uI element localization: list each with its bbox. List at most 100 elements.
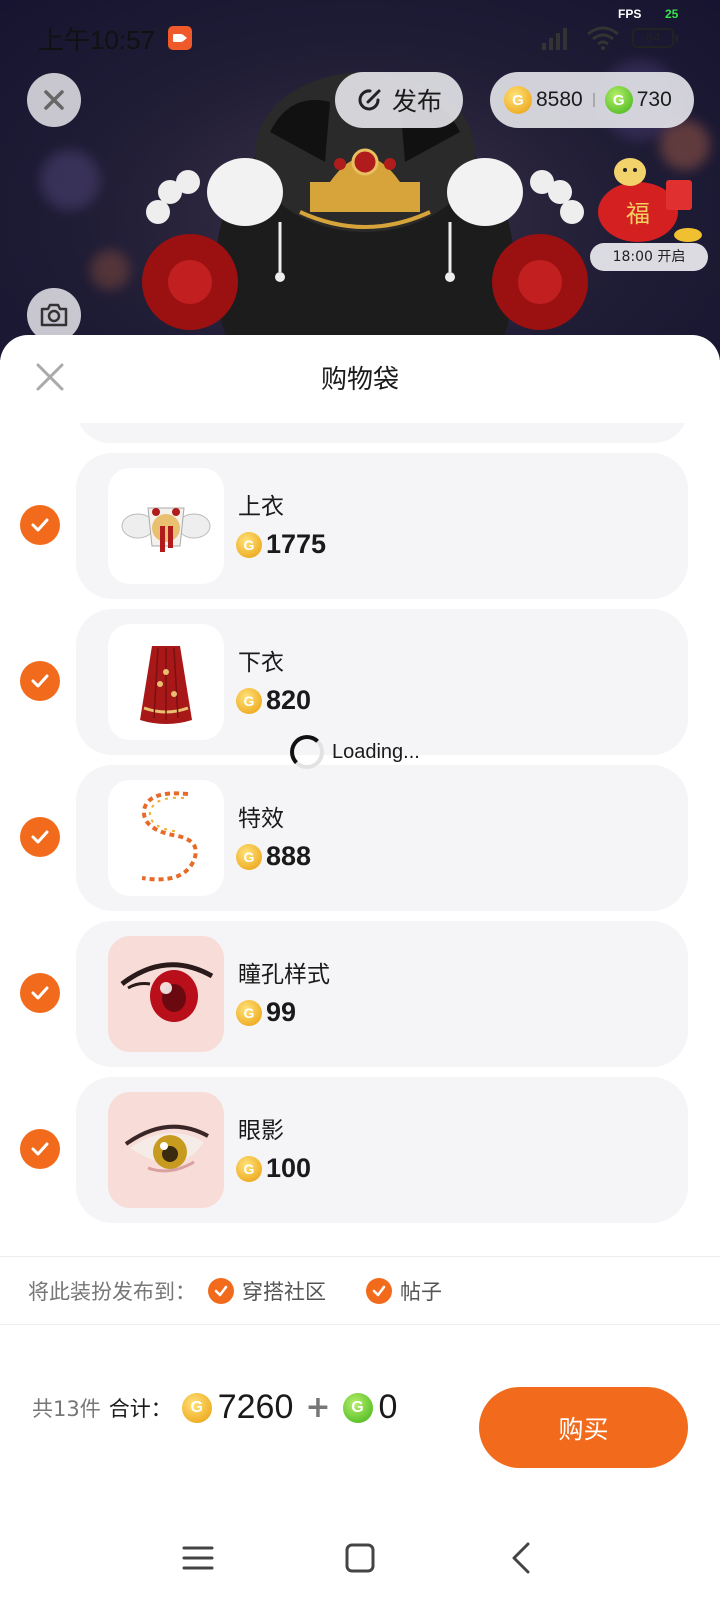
item-count: 共13件 xyxy=(32,1396,101,1421)
option-checkbox[interactable] xyxy=(366,1278,392,1304)
loading-spinner-icon xyxy=(290,735,324,769)
item-thumbnail-skirt xyxy=(108,624,224,740)
total-label: 合计： xyxy=(108,1396,172,1421)
check-icon xyxy=(31,986,49,1000)
buy-label: 购买 xyxy=(558,1414,609,1444)
check-icon xyxy=(31,518,49,532)
currency-balance[interactable]: G 8580 G 730 xyxy=(490,72,694,128)
item-thumbnail-effect xyxy=(108,780,224,896)
menu-icon[interactable] xyxy=(178,1538,218,1578)
currency-divider xyxy=(592,93,595,107)
item-price-value: 888 xyxy=(266,841,312,871)
option-label: 穿搭社区 xyxy=(242,1280,326,1304)
item-name: 瞳孔样式 xyxy=(238,962,330,988)
item-price: G 1775 xyxy=(236,529,326,560)
loading-indicator: Loading... xyxy=(290,735,420,769)
item-checkbox[interactable] xyxy=(20,973,60,1013)
sheet-title: 购物袋 xyxy=(320,365,399,395)
wifi-icon xyxy=(587,26,619,50)
item-thumbnail-top xyxy=(108,468,224,584)
item-card[interactable]: 特效 G 888 xyxy=(76,765,688,911)
item-name: 眼影 xyxy=(238,1118,284,1144)
fortune-character: 福 xyxy=(626,200,650,228)
gold-coin-icon: G xyxy=(236,531,262,558)
publish-option-community[interactable]: 穿搭社区 xyxy=(208,1276,326,1306)
cart-item-list[interactable]: 上衣 G 1775 下衣 G 820 特效 G 888 瞳孔样式 G 99 眼影… xyxy=(0,423,720,1273)
total-gold: 7260 xyxy=(217,1388,294,1426)
item-checkbox[interactable] xyxy=(20,661,60,701)
publish-to-row: 将此装扮发布到： 穿搭社区 帖子 xyxy=(28,1273,442,1309)
buy-button[interactable]: 购买 xyxy=(479,1387,688,1468)
screen-record-icon xyxy=(168,26,192,50)
cart-item[interactable]: 瞳孔样式 G 99 xyxy=(0,921,720,1067)
check-icon xyxy=(372,1285,386,1297)
list-item-partial xyxy=(76,423,688,443)
loading-text: Loading... xyxy=(332,740,420,763)
camera-icon xyxy=(40,303,68,327)
total-summary: 共13件 合计： G 7260 + G 0 xyxy=(32,1388,397,1427)
close-button[interactable] xyxy=(27,73,81,127)
item-price-value: 1775 xyxy=(266,529,327,559)
camera-button[interactable] xyxy=(27,288,81,342)
check-icon xyxy=(214,1285,228,1297)
item-name: 下衣 xyxy=(238,650,284,676)
check-icon xyxy=(31,674,49,688)
gold-coin-icon: G xyxy=(181,1392,212,1423)
item-price: G 820 xyxy=(236,685,311,716)
total-green: 0 xyxy=(378,1388,398,1426)
cart-item[interactable]: 上衣 G 1775 xyxy=(0,453,720,599)
option-checkbox[interactable] xyxy=(208,1278,234,1304)
avatar-preview-area: 上午10:57 FPS 25 84 发布 G 8580 G 730 福 18:0… xyxy=(0,0,720,360)
item-price: G 99 xyxy=(236,997,296,1028)
item-card[interactable]: 瞳孔样式 G 99 xyxy=(76,921,688,1067)
item-thumbnail-pupil xyxy=(108,936,224,1052)
gold-coin-icon: G xyxy=(236,1155,262,1182)
check-icon xyxy=(31,830,49,844)
item-name: 上衣 xyxy=(238,494,284,520)
close-icon xyxy=(44,90,64,110)
gold-coin-icon: G xyxy=(236,999,262,1026)
back-icon[interactable] xyxy=(502,1538,542,1578)
item-thumbnail-eyeshadow xyxy=(108,1092,224,1208)
cart-item[interactable]: 眼影 G 100 xyxy=(0,1077,720,1223)
item-name: 特效 xyxy=(238,806,284,832)
item-price-value: 100 xyxy=(266,1153,312,1183)
cart-item[interactable]: 下衣 G 820 xyxy=(0,609,720,755)
event-time-label: 18:00 开启 xyxy=(590,243,708,271)
green-balance: 730 xyxy=(636,88,672,111)
fps-label: FPS xyxy=(618,7,642,21)
item-checkbox[interactable] xyxy=(20,1129,60,1169)
item-price: G 888 xyxy=(236,841,311,872)
item-price-value: 99 xyxy=(266,997,297,1027)
publish-button[interactable]: 发布 xyxy=(335,72,463,128)
item-card[interactable]: 下衣 G 820 xyxy=(76,609,688,755)
plus-sign: + xyxy=(305,1390,331,1425)
publish-label: 发布 xyxy=(391,87,442,116)
green-coin-icon: G xyxy=(342,1392,373,1423)
item-card[interactable]: 眼影 G 100 xyxy=(76,1077,688,1223)
publish-icon xyxy=(358,89,381,111)
item-checkbox[interactable] xyxy=(20,817,60,857)
option-label: 帖子 xyxy=(400,1280,442,1304)
publish-to-label: 将此装扮发布到： xyxy=(28,1280,196,1304)
cart-item[interactable]: 特效 G 888 xyxy=(0,765,720,911)
divider xyxy=(0,1256,720,1257)
divider xyxy=(0,1324,720,1325)
status-time: 上午10:57 xyxy=(38,25,156,55)
gold-balance: 8580 xyxy=(536,88,583,111)
check-icon xyxy=(31,1142,49,1156)
item-checkbox[interactable] xyxy=(20,505,60,545)
signal-icon xyxy=(542,28,567,50)
publish-option-post[interactable]: 帖子 xyxy=(366,1276,442,1306)
fps-value: 25 xyxy=(665,7,679,21)
item-price-value: 820 xyxy=(266,685,312,715)
green-coin-icon: G xyxy=(604,86,633,114)
item-card[interactable]: 上衣 G 1775 xyxy=(76,453,688,599)
gold-coin-icon: G xyxy=(236,687,262,714)
gold-coin-icon: G xyxy=(504,86,532,114)
item-price: G 100 xyxy=(236,1153,311,1184)
battery-indicator: 84 xyxy=(632,28,678,48)
gold-coin-icon: G xyxy=(236,843,262,870)
home-icon[interactable] xyxy=(340,1538,380,1578)
system-navigation-bar xyxy=(0,1520,720,1600)
